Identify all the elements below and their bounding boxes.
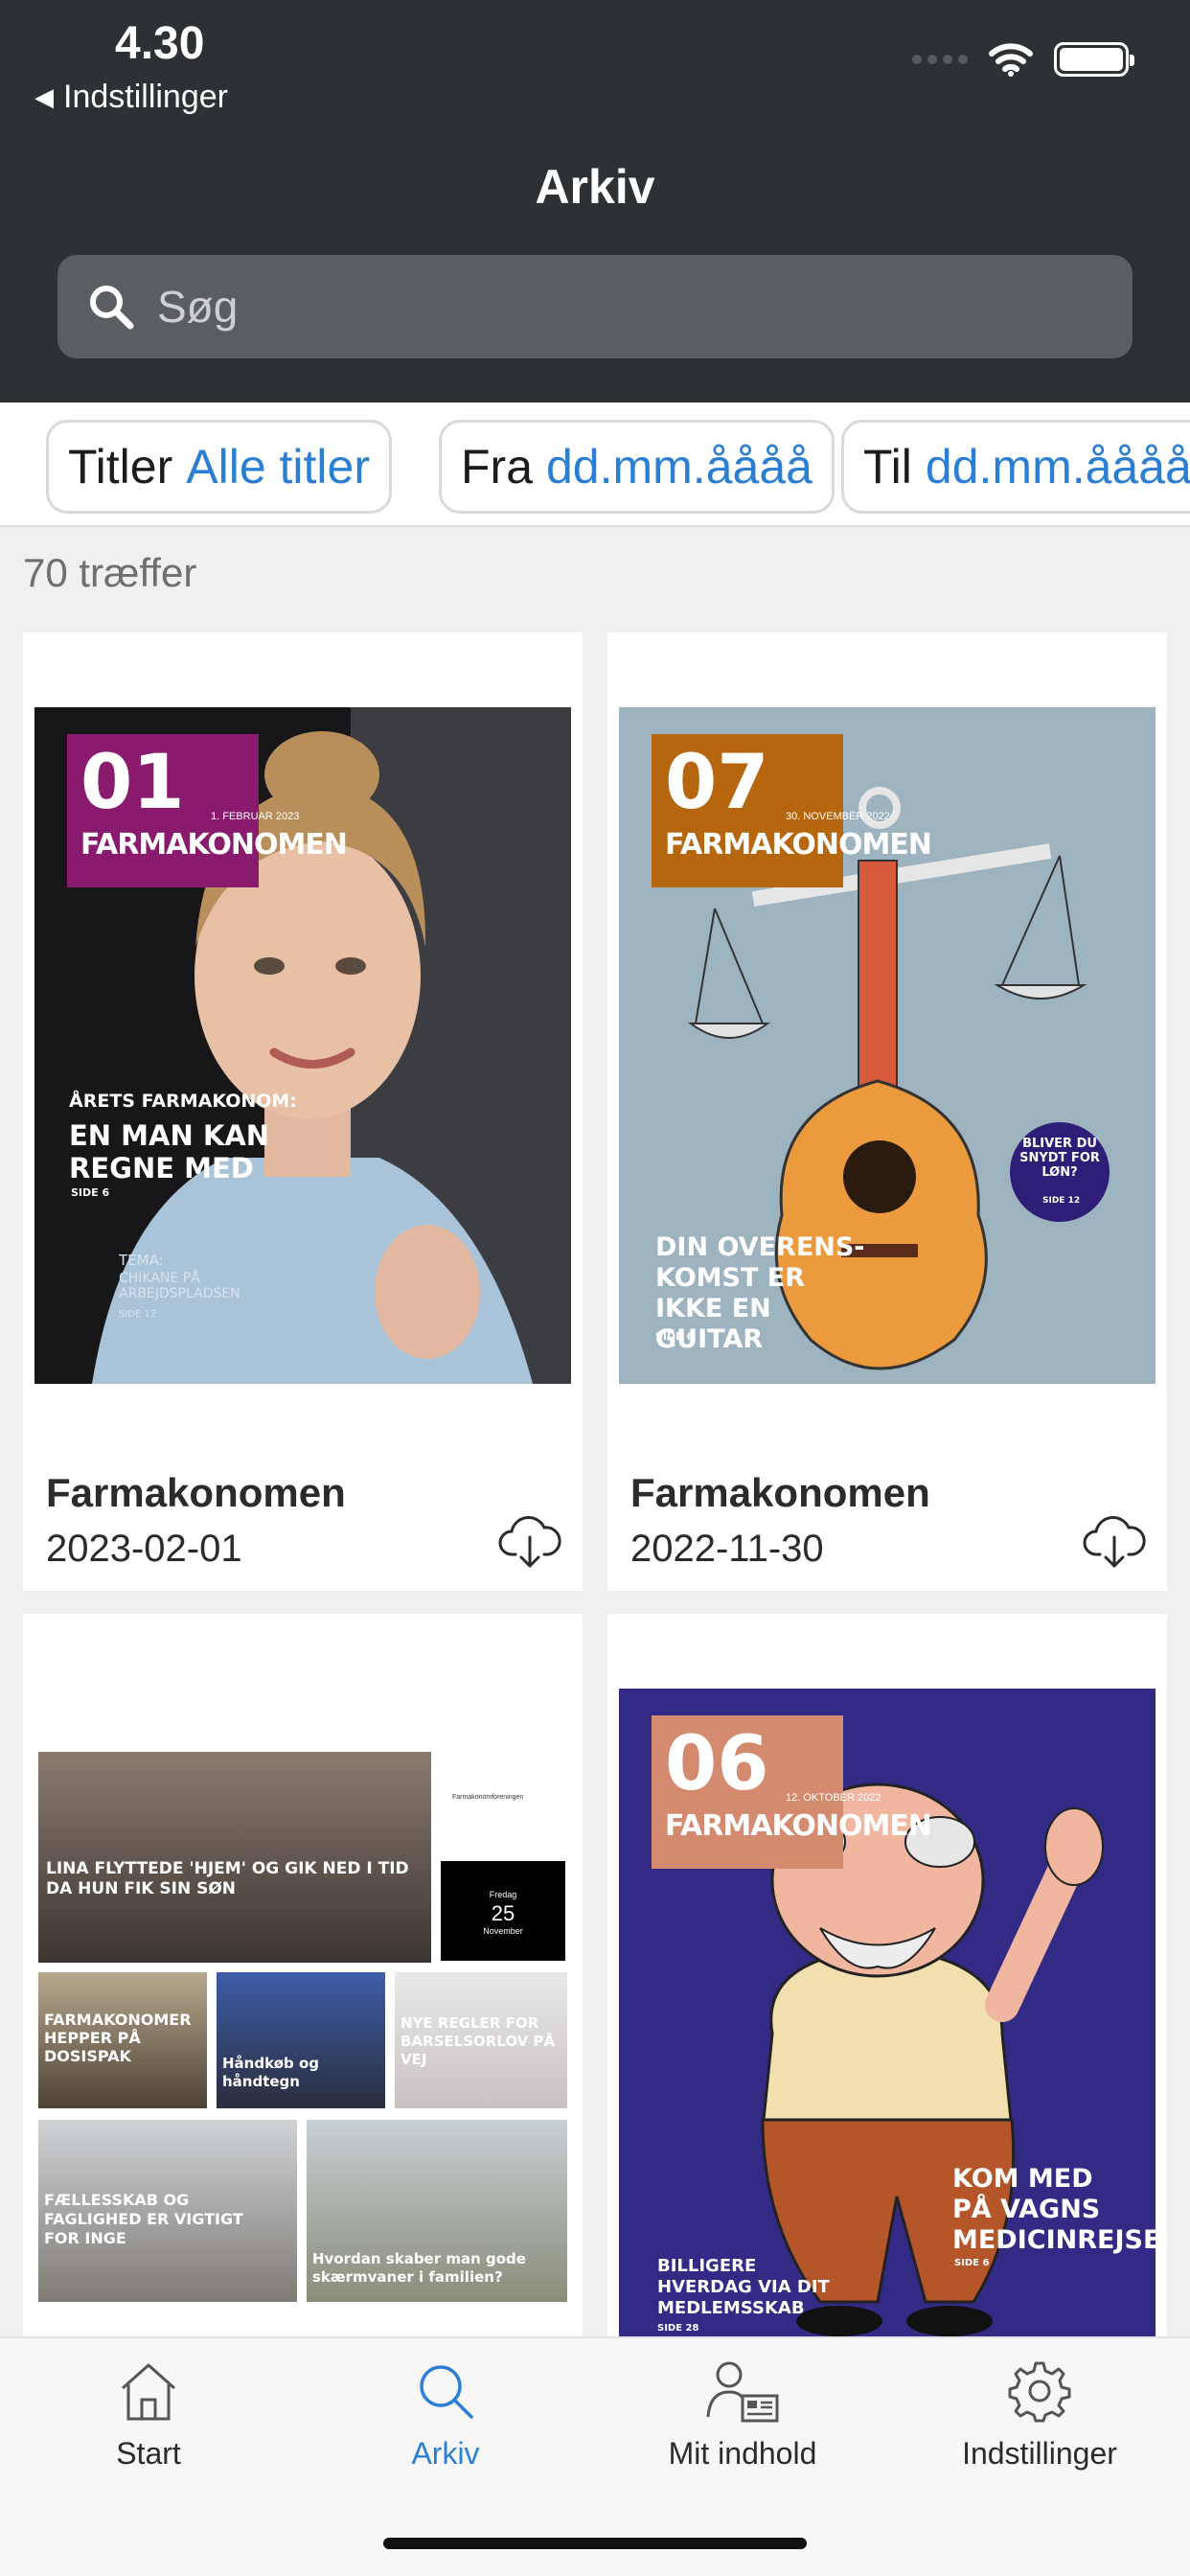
- tile-headline: Håndkøb og håndtegn: [222, 2055, 320, 2090]
- search-field[interactable]: [57, 255, 1133, 358]
- tab-start[interactable]: Start: [0, 2358, 297, 2472]
- tile-headline: NYE REGLER FOR BARSELSORLOV PÅ VEJ: [400, 2014, 556, 2068]
- issue-card[interactable]: 06 FARMAKONOMEN 12. OKTOBER 2022 KOM MED…: [607, 1614, 1167, 2342]
- issue-title: Farmakonomen: [630, 1470, 930, 1515]
- filter-value: Alle titler: [186, 440, 370, 494]
- search-input[interactable]: [157, 281, 1019, 333]
- home-icon: [122, 2363, 175, 2421]
- filter-value: dd.mm.åååå: [546, 440, 812, 494]
- filter-label: Titler: [68, 440, 173, 494]
- weekday: Fredag: [489, 1890, 517, 1899]
- home-indicator: [383, 2538, 807, 2549]
- cover-kicker: ÅRETS FARMAKONOM:: [69, 1091, 297, 1112]
- story-tile: Håndkøb og håndtegn: [217, 1972, 385, 2108]
- user-newspaper-icon: [706, 2361, 779, 2423]
- tile-headline: FÆLLESSKAB OG FAGLIGHED ER VIGTIGT FOR I…: [44, 2191, 243, 2247]
- back-label: Indstillinger: [63, 79, 228, 115]
- magazine-name: FARMAKONOMEN: [80, 828, 348, 862]
- search-icon: [420, 2365, 473, 2419]
- titles-filter-chip[interactable]: Titler Alle titler: [46, 420, 392, 514]
- main-story-headline: LINA FLYTTEDE 'HJEM' OG GIK NED I TID DA…: [46, 1859, 409, 1898]
- issue-title: Farmakonomen: [46, 1470, 346, 1515]
- issue-date-printed: 30. NOVEMBER 2022: [786, 811, 890, 822]
- issue-card[interactable]: 07 FARMAKONOMEN 30. NOVEMBER 2022 BLIVER…: [607, 632, 1167, 1591]
- date-box: Fredag 25 November: [441, 1861, 565, 1961]
- filter-label: Til: [863, 440, 912, 494]
- filter-label: Fra: [461, 440, 533, 494]
- month: November: [483, 1926, 523, 1936]
- wifi-icon: [989, 43, 1033, 77]
- cover-subhead: BILLIGERE HVERDAG VIA DIT MEDLEMSSKAB: [657, 2256, 830, 2318]
- tab-arkiv[interactable]: Arkiv: [297, 2358, 594, 2472]
- tab-mit-indhold[interactable]: Mit indhold: [594, 2358, 891, 2472]
- story-tile: FARMAKONOMER HEPPER PÅ DOSISPAK: [38, 1972, 207, 2108]
- cover-page-ref: SIDE 6: [954, 2258, 990, 2268]
- cover-headline: EN MAN KAN REGNE MED: [69, 1119, 270, 1184]
- tab-label: Mit indhold: [668, 2436, 817, 2471]
- issue-cover[interactable]: 06 FARMAKONOMEN 12. OKTOBER 2022 KOM MED…: [619, 1689, 1156, 2342]
- header: 4.30 ◀ Indstillinger Arkiv: [0, 0, 1190, 402]
- status-time: 4.30: [115, 18, 205, 69]
- cover-theme-page: SIDE 12: [119, 1309, 157, 1320]
- results-count: 70 træffer: [23, 550, 197, 595]
- cover-masthead: 01 FARMAKONOMEN 1. FEBRUAR 2023: [67, 734, 348, 887]
- cover-headline: KOM MED PÅ VAGNS MEDICINREJSE: [952, 2164, 1156, 2255]
- issue-date: 2022-11-30: [630, 1528, 824, 1570]
- to-date-filter-chip[interactable]: Til dd.mm.åååå: [841, 420, 1190, 514]
- tile-headline: FARMAKONOMER HEPPER PÅ DOSISPAK: [44, 2011, 192, 2065]
- issue-date-printed: 12. OKTOBER 2022: [786, 1792, 881, 1804]
- cover-circle-page: SIDE 12: [1042, 1196, 1081, 1206]
- tile-headline: Hvordan skaber man gode skærmvaner i fam…: [312, 2250, 526, 2286]
- story-tile: Hvordan skaber man gode skærmvaner i fam…: [307, 2120, 567, 2302]
- cover-masthead: 07 FARMAKONOMEN 30. NOVEMBER 2022: [652, 734, 932, 887]
- tab-label: Start: [116, 2436, 181, 2471]
- download-cloud-icon[interactable]: [498, 1514, 561, 1570]
- back-arrow-icon: ◀: [34, 82, 54, 111]
- from-date-filter-chip[interactable]: Fra dd.mm.åååå: [439, 420, 835, 514]
- issue-cover[interactable]: LINA FLYTTEDE 'HJEM' OG GIK NED I TID DA…: [38, 1752, 567, 2308]
- cover-masthead: 06 FARMAKONOMEN 12. OKTOBER 2022: [652, 1715, 932, 1869]
- publisher-logo: Farmakonomforeningen: [452, 1794, 567, 1801]
- magazine-name: FARMAKONOMEN: [665, 828, 932, 862]
- download-cloud-icon[interactable]: [1083, 1514, 1146, 1570]
- issue-card[interactable]: LINA FLYTTEDE 'HJEM' OG GIK NED I TID DA…: [23, 1614, 583, 2342]
- tab-label: Indstillinger: [962, 2436, 1117, 2471]
- cover-theme: TEMA:: [119, 1252, 164, 1269]
- issue-date-printed: 1. FEBRUAR 2023: [211, 811, 300, 822]
- issue-card[interactable]: 01 FARMAKONOMEN 1. FEBRUAR 2023 ÅRETS FA…: [23, 632, 583, 1591]
- cover-page-ref: SIDE 6: [71, 1186, 110, 1199]
- cellular-signal-icon: [912, 55, 968, 64]
- battery-icon: [1054, 42, 1134, 77]
- issue-cover[interactable]: 07 FARMAKONOMEN 30. NOVEMBER 2022 BLIVER…: [619, 707, 1156, 1384]
- story-tile: FÆLLESSKAB OG FAGLIGHED ER VIGTIGT FOR I…: [38, 2120, 297, 2302]
- issue-cover[interactable]: 01 FARMAKONOMEN 1. FEBRUAR 2023 ÅRETS FA…: [34, 707, 571, 1384]
- story-tile: NYE REGLER FOR BARSELSORLOV PÅ VEJ: [395, 1972, 567, 2108]
- tab-indstillinger[interactable]: Indstillinger: [891, 2358, 1188, 2472]
- tab-label: Arkiv: [411, 2436, 480, 2471]
- status-icons: [912, 42, 1134, 77]
- magazine-name: FARMAKONOMEN: [665, 1809, 932, 1843]
- cover-theme-sub: CHIKANE PÅ ARBEJDSPLADSEN: [119, 1271, 240, 1301]
- cover-sub-page: SIDE 28: [657, 2323, 699, 2334]
- filter-value: dd.mm.åååå: [925, 440, 1190, 494]
- day-number: 25: [491, 1901, 515, 1925]
- back-to-settings-link[interactable]: ◀ Indstillinger: [34, 79, 228, 116]
- main-story-tile: LINA FLYTTEDE 'HJEM' OG GIK NED I TID DA…: [38, 1752, 431, 1963]
- issue-date: 2023-02-01: [46, 1528, 242, 1570]
- cover-page-ref: SIDE 6: [655, 1330, 695, 1343]
- gear-icon: [1008, 2361, 1071, 2423]
- cover-circle-text: BLIVER DU SNYDT FOR LØN?: [1019, 1137, 1100, 1180]
- page-title: Arkiv: [535, 160, 655, 214]
- search-icon: [90, 286, 134, 330]
- logo-text: Farmakonomforeningen: [452, 1794, 524, 1801]
- filter-bar: Titler Alle titler Fra dd.mm.åååå Til dd…: [0, 402, 1190, 527]
